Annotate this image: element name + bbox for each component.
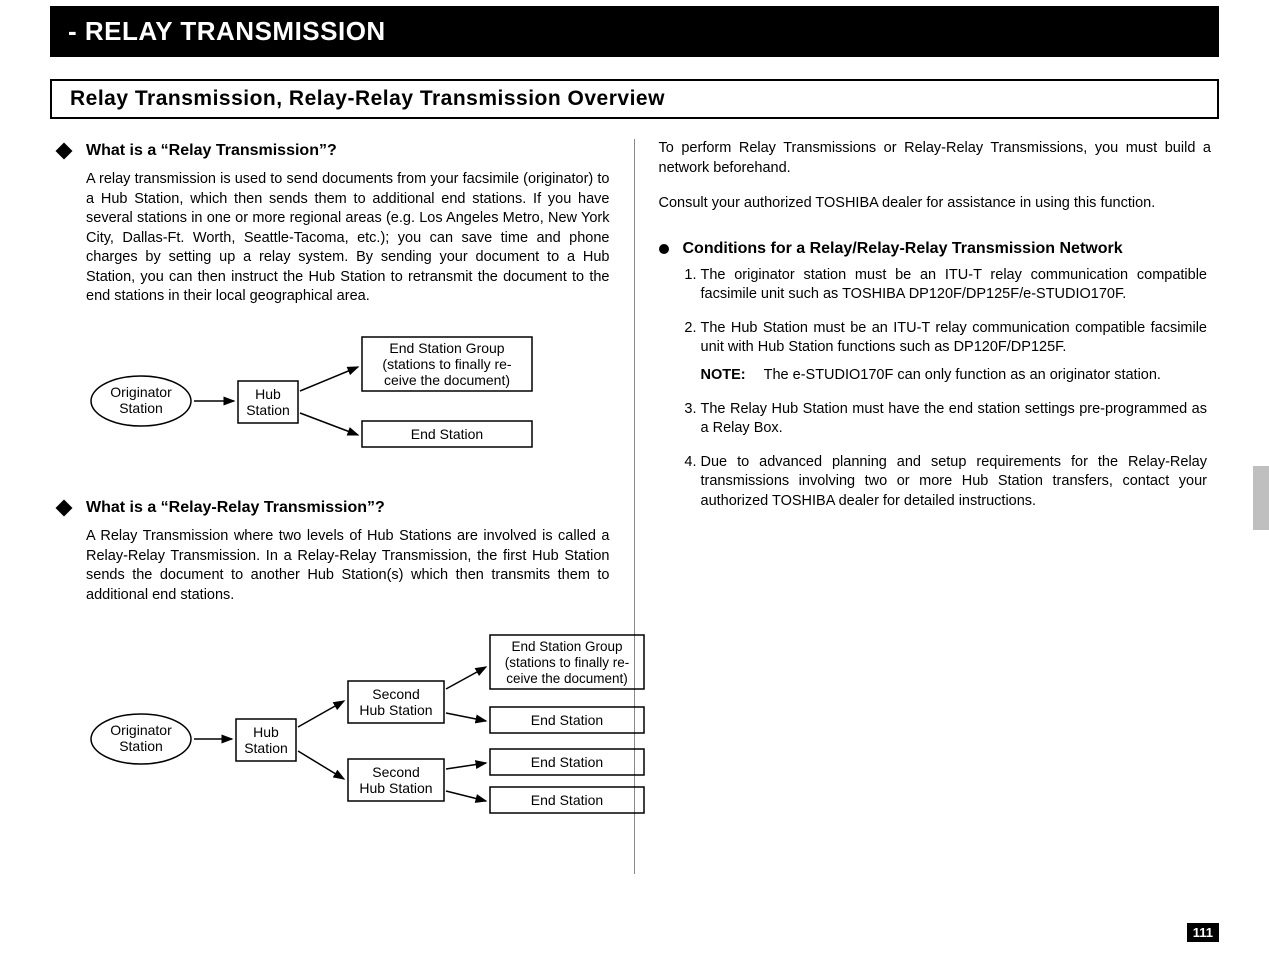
diamond-icon [56, 499, 73, 516]
d1-hub-l2: Station [246, 402, 290, 418]
d2-originator-l1: Originator [110, 722, 172, 738]
d2-second1-l2: Hub Station [359, 702, 432, 718]
condition-2-text: The Hub Station must be an ITU-T relay c… [701, 320, 1208, 356]
condition-2-note: NOTE: The e-STUDIO170F can only function… [701, 366, 1208, 386]
d2-second1-l1: Second [372, 686, 419, 702]
d2-endgroup-l3: ceive the document) [506, 671, 628, 686]
diagram-relay: Originator Station Hub Station End Stati… [86, 331, 610, 456]
right-intro-2: Consult your authorized TOSHIBA dealer f… [659, 194, 1212, 214]
d1-hub-l1: Hub [255, 386, 281, 402]
diagram-relay-relay: Originator Station Hub Station Second Hu… [86, 629, 610, 834]
d1-endgroup-l1: End Station Group [389, 340, 504, 356]
bullet-icon [659, 244, 669, 254]
d2-originator-l2: Station [119, 738, 163, 754]
note-label: NOTE: [701, 366, 746, 386]
d2-hub-l1: Hub [253, 724, 279, 740]
conditions-list: The originator station must be an ITU-T … [701, 266, 1212, 512]
d1-endgroup-l3: ceive the document) [384, 372, 510, 388]
d2-hub-l2: Station [244, 740, 288, 756]
section-2-body: A Relay Transmission where two levels of… [86, 527, 610, 605]
diamond-icon [56, 143, 73, 160]
section-1-body: A relay transmission is used to send doc… [86, 170, 610, 307]
section-2-title: What is a “Relay-Relay Transmission”? [86, 499, 385, 517]
right-column: To perform Relay Transmissions or Relay-… [635, 139, 1220, 874]
note-text: The e-STUDIO170F can only function as an… [764, 366, 1161, 386]
condition-3: The Relay Hub Station must have the end … [701, 400, 1212, 439]
side-tab [1253, 466, 1269, 530]
d2-endstation-1: End Station [531, 712, 603, 728]
left-column: What is a “Relay Transmission”? A relay … [50, 139, 635, 874]
d1-endgroup-l2: (stations to finally re- [382, 356, 511, 372]
conditions-header: Conditions for a Relay/Relay-Relay Trans… [659, 240, 1212, 258]
section-1-title: What is a “Relay Transmission”? [86, 142, 337, 160]
section-1-header: What is a “Relay Transmission”? [58, 139, 610, 160]
d1-originator-l2: Station [119, 400, 163, 416]
condition-1: The originator station must be an ITU-T … [701, 266, 1212, 305]
d2-endstation-3: End Station [531, 792, 603, 808]
d2-second2-l1: Second [372, 764, 419, 780]
d2-second2-l2: Hub Station [359, 780, 432, 796]
conditions-title: Conditions for a Relay/Relay-Relay Trans… [683, 240, 1123, 258]
d1-endstation: End Station [411, 426, 483, 442]
condition-4: Due to advanced planning and setup requi… [701, 453, 1212, 512]
content-columns: What is a “Relay Transmission”? A relay … [50, 139, 1219, 874]
d1-originator-l1: Originator [110, 384, 172, 400]
section-2-header: What is a “Relay-Relay Transmission”? [58, 496, 610, 517]
d2-endgroup-l2: (stations to finally re- [505, 655, 630, 670]
subtitle-bar: Relay Transmission, Relay-Relay Transmis… [50, 79, 1219, 119]
condition-2: The Hub Station must be an ITU-T relay c… [701, 319, 1212, 386]
title-bar: - RELAY TRANSMISSION [50, 6, 1219, 57]
d2-endgroup-l1: End Station Group [511, 639, 622, 654]
page-number: 111 [1187, 923, 1219, 942]
d2-endstation-2: End Station [531, 754, 603, 770]
right-intro-1: To perform Relay Transmissions or Relay-… [659, 139, 1212, 178]
